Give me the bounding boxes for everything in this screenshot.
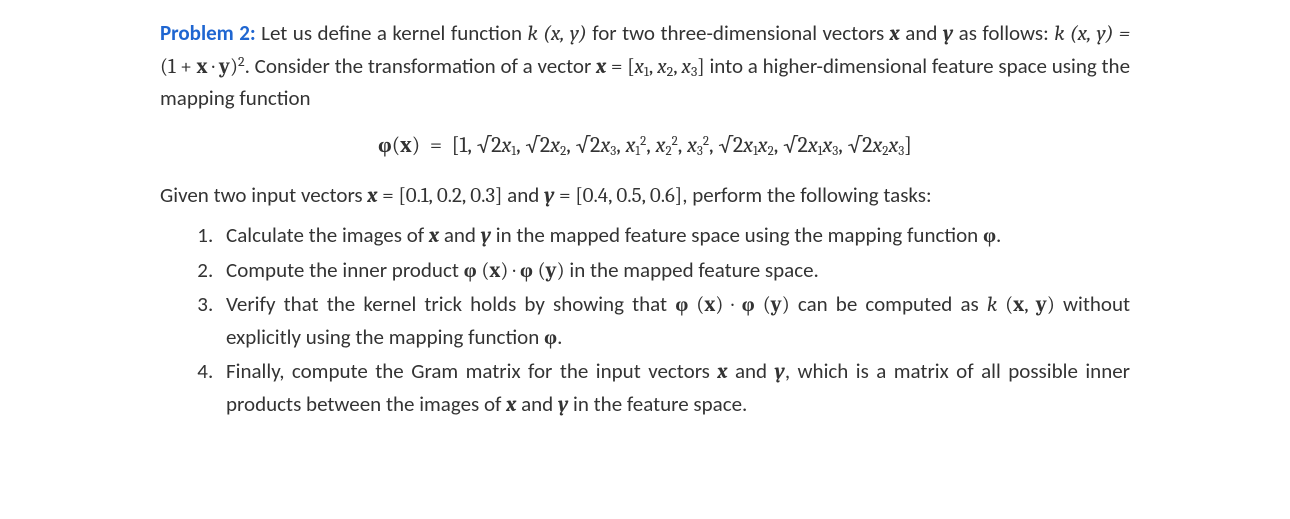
text: and xyxy=(516,391,558,417)
text: Calculate the images of xyxy=(226,222,429,248)
text: and xyxy=(900,20,943,46)
k-xy-arg: (x, y) xyxy=(1005,293,1055,317)
text: in the mapped feature space using the ma… xyxy=(491,222,983,248)
task-3: Verify that the kernel trick holds by sh… xyxy=(218,289,1130,354)
vector-y: y xyxy=(558,393,568,417)
phi-y: φ xyxy=(742,293,755,317)
dot-op: · xyxy=(508,259,519,283)
text: in the feature space. xyxy=(568,391,747,417)
y-value: [0.4, 0.5, 0.6] xyxy=(575,184,682,208)
phi-mapping-formula: φ(x) = [1, √2x1, √2x2, √2x3, x12, x22, x… xyxy=(160,129,1130,162)
vector-x: x xyxy=(367,184,377,208)
math-k-def-lhs: k (x, y) = xyxy=(1054,22,1130,46)
task-4: Finally, compute the Gram matrix for the… xyxy=(218,356,1130,421)
problem-label: Problem 2: xyxy=(160,20,256,46)
task-1: Calculate the images of x and y in the m… xyxy=(218,220,1130,253)
task-list: Calculate the images of x and y in the m… xyxy=(180,220,1130,421)
text: . xyxy=(996,222,1001,248)
text: Let us define a kernel function xyxy=(256,20,528,46)
phi-y-arg: (y) xyxy=(533,259,565,283)
task-2: Compute the inner product φ (x) · φ (y) … xyxy=(218,255,1130,288)
vector-x: x xyxy=(717,360,727,384)
k-xy: k xyxy=(987,293,1005,317)
eq: = xyxy=(554,184,575,208)
phi-x-arg: (x) xyxy=(688,293,723,317)
x-components: [x1, x2, x3] xyxy=(627,55,705,79)
vector-x: x xyxy=(890,22,900,46)
vector-x: x xyxy=(596,55,606,79)
vector-y: y xyxy=(481,224,491,248)
text: as follows: xyxy=(953,20,1054,46)
text: in the mapped feature space. xyxy=(565,257,819,283)
phi-y-arg: (y) xyxy=(755,293,790,317)
eq: = xyxy=(606,55,627,79)
text: and xyxy=(439,222,481,248)
given-vectors: Given two input vectors x = [0.1, 0.2, 0… xyxy=(160,180,1130,213)
vector-x: x xyxy=(429,224,439,248)
vector-y: y xyxy=(775,360,785,384)
text: can be computed as xyxy=(790,291,987,317)
text: , perform the following tasks: xyxy=(682,182,931,208)
dot-op: · xyxy=(723,293,741,317)
text: for two three-dimensional vectors xyxy=(587,20,890,46)
vector-x: x xyxy=(506,393,516,417)
vector-y: y xyxy=(544,184,554,208)
eq: = xyxy=(378,184,399,208)
phi-symbol: φ xyxy=(983,224,996,248)
phi-x: φ xyxy=(675,293,688,317)
problem-container: Problem 2: Let us define a kernel functi… xyxy=(0,0,1290,433)
problem-statement: Problem 2: Let us define a kernel functi… xyxy=(160,18,1130,115)
text: Given two input vectors xyxy=(160,182,367,208)
phi-x-arg: (x) xyxy=(477,259,509,283)
text: Finally, compute the Gram matrix for the… xyxy=(226,358,717,384)
math-k-xy: k (x, y) xyxy=(527,22,586,46)
text: . Consider the transformation of a vecto… xyxy=(245,53,596,79)
math-k-def-rhs: (1 + x · y)2 xyxy=(160,55,245,79)
text: and xyxy=(502,182,544,208)
phi-y: φ xyxy=(520,259,533,283)
phi-symbol: φ xyxy=(544,326,557,350)
vector-y: y xyxy=(943,22,953,46)
text: Compute the inner product xyxy=(226,257,464,283)
text: Verify that the kernel trick holds by sh… xyxy=(226,291,675,317)
text: and xyxy=(727,358,774,384)
text: . xyxy=(557,324,562,350)
phi-x: φ xyxy=(464,259,477,283)
x-value: [0.1, 0.2, 0.3] xyxy=(398,184,502,208)
